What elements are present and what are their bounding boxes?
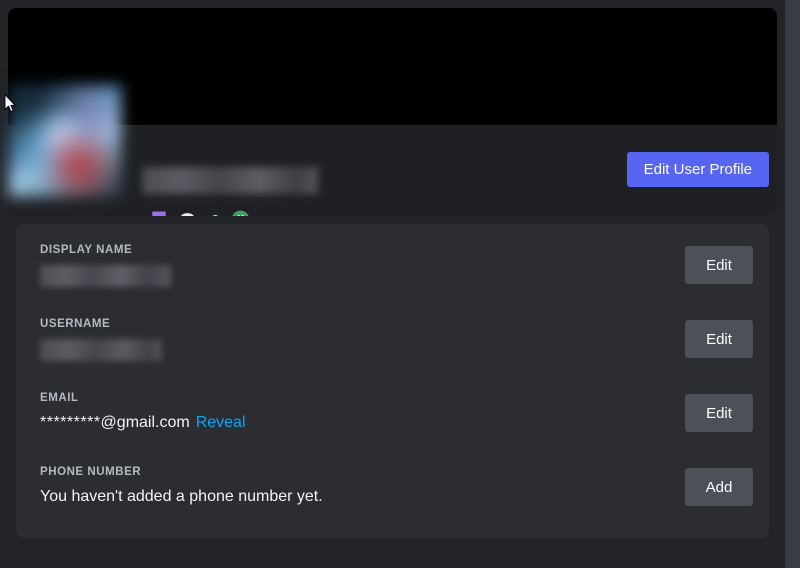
- account-fields-card: DISPLAY NAME Edit USERNAME Edit EMAIL **…: [16, 224, 769, 538]
- username-left: USERNAME: [40, 318, 669, 361]
- username-row: USERNAME Edit: [40, 314, 753, 370]
- phone-number-row: PHONE NUMBER You haven't added a phone n…: [40, 462, 753, 518]
- display-name-action: Edit: [685, 246, 753, 284]
- edit-display-name-button[interactable]: Edit: [685, 246, 753, 284]
- display-name-value-redacted: [40, 264, 171, 287]
- email-domain: @gmail.com: [100, 413, 190, 431]
- username-action: Edit: [685, 320, 753, 358]
- username-value-redacted: [40, 338, 162, 361]
- email-action: Edit: [685, 394, 753, 432]
- profile-header: Edit User Profile: [8, 125, 777, 216]
- email-left: EMAIL *********@gmail.com Reveal: [40, 392, 669, 433]
- avatar-image: [8, 84, 122, 198]
- email-value: *********@gmail.com Reveal: [40, 413, 669, 433]
- phone-number-action: Add: [685, 468, 753, 506]
- profile-card: Edit User Profile: [8, 8, 777, 216]
- email-label: EMAIL: [40, 392, 79, 404]
- username-label: USERNAME: [40, 318, 111, 330]
- email-row: EMAIL *********@gmail.com Reveal Edit: [40, 388, 753, 444]
- quest-completed-badge[interactable]: [202, 208, 224, 216]
- edit-user-profile-button[interactable]: Edit User Profile: [626, 152, 769, 187]
- edit-username-button[interactable]: Edit: [685, 320, 753, 358]
- display-name-left: DISPLAY NAME: [40, 244, 669, 287]
- avatar[interactable]: [8, 84, 122, 198]
- display-name-row: DISPLAY NAME Edit: [40, 240, 753, 296]
- profile-badges: [148, 208, 251, 216]
- settings-content-column: Edit User Profile DISPLAY NAME Edit USER…: [0, 0, 785, 568]
- settings-window: Edit User Profile DISPLAY NAME Edit USER…: [0, 0, 800, 568]
- active-developer-badge[interactable]: [175, 208, 197, 216]
- add-phone-number-button[interactable]: Add: [685, 468, 753, 506]
- originally-known-as-badge[interactable]: [229, 208, 251, 216]
- profile-banner[interactable]: [8, 8, 777, 125]
- phone-number-label: PHONE NUMBER: [40, 466, 142, 478]
- profile-display-name-redacted: [142, 167, 318, 194]
- reveal-email-link[interactable]: Reveal: [196, 414, 246, 431]
- edit-email-button[interactable]: Edit: [685, 394, 753, 432]
- phone-number-value: You haven't added a phone number yet.: [40, 487, 323, 505]
- email-mask: *********: [40, 413, 101, 431]
- phone-number-left: PHONE NUMBER You haven't added a phone n…: [40, 466, 669, 507]
- display-name-label: DISPLAY NAME: [40, 244, 133, 256]
- nitro-badge[interactable]: [148, 208, 170, 216]
